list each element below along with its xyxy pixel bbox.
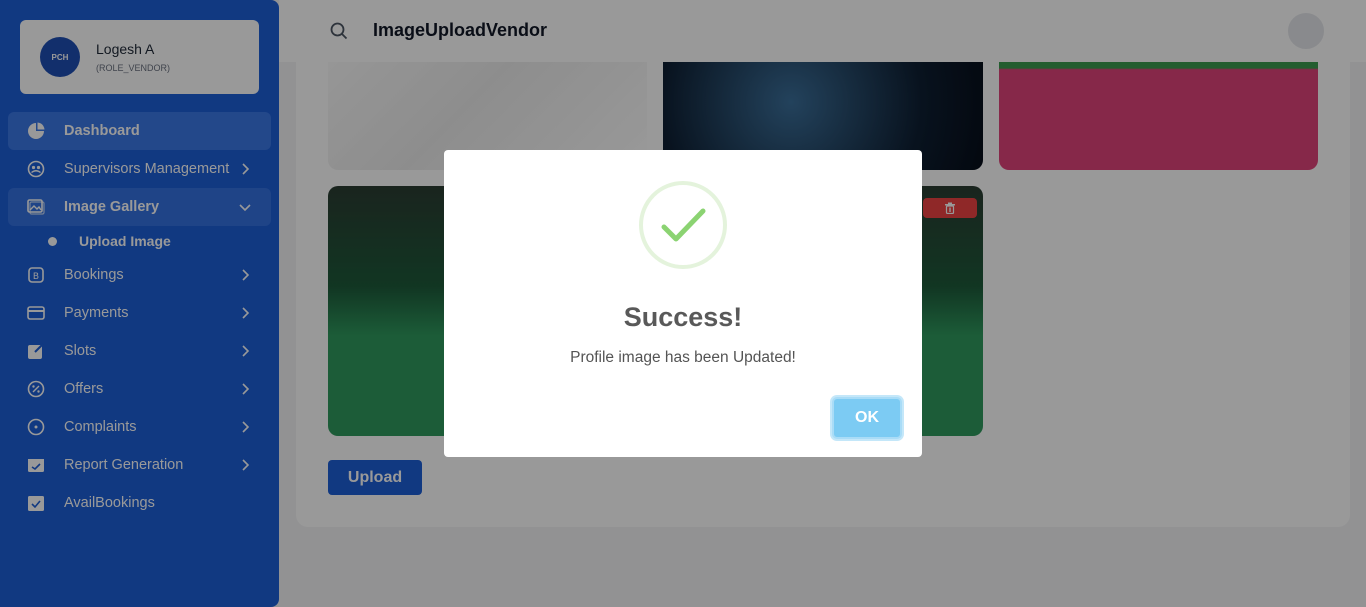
ok-button-label: OK [855, 409, 879, 426]
dialog-title: Success! [623, 302, 743, 332]
success-dialog: Success! Profile image has been Updated!… [444, 150, 922, 457]
success-check-icon [639, 181, 727, 269]
ok-button[interactable]: OK [832, 397, 902, 439]
dialog-message: Profile image has been Updated! [570, 349, 796, 366]
